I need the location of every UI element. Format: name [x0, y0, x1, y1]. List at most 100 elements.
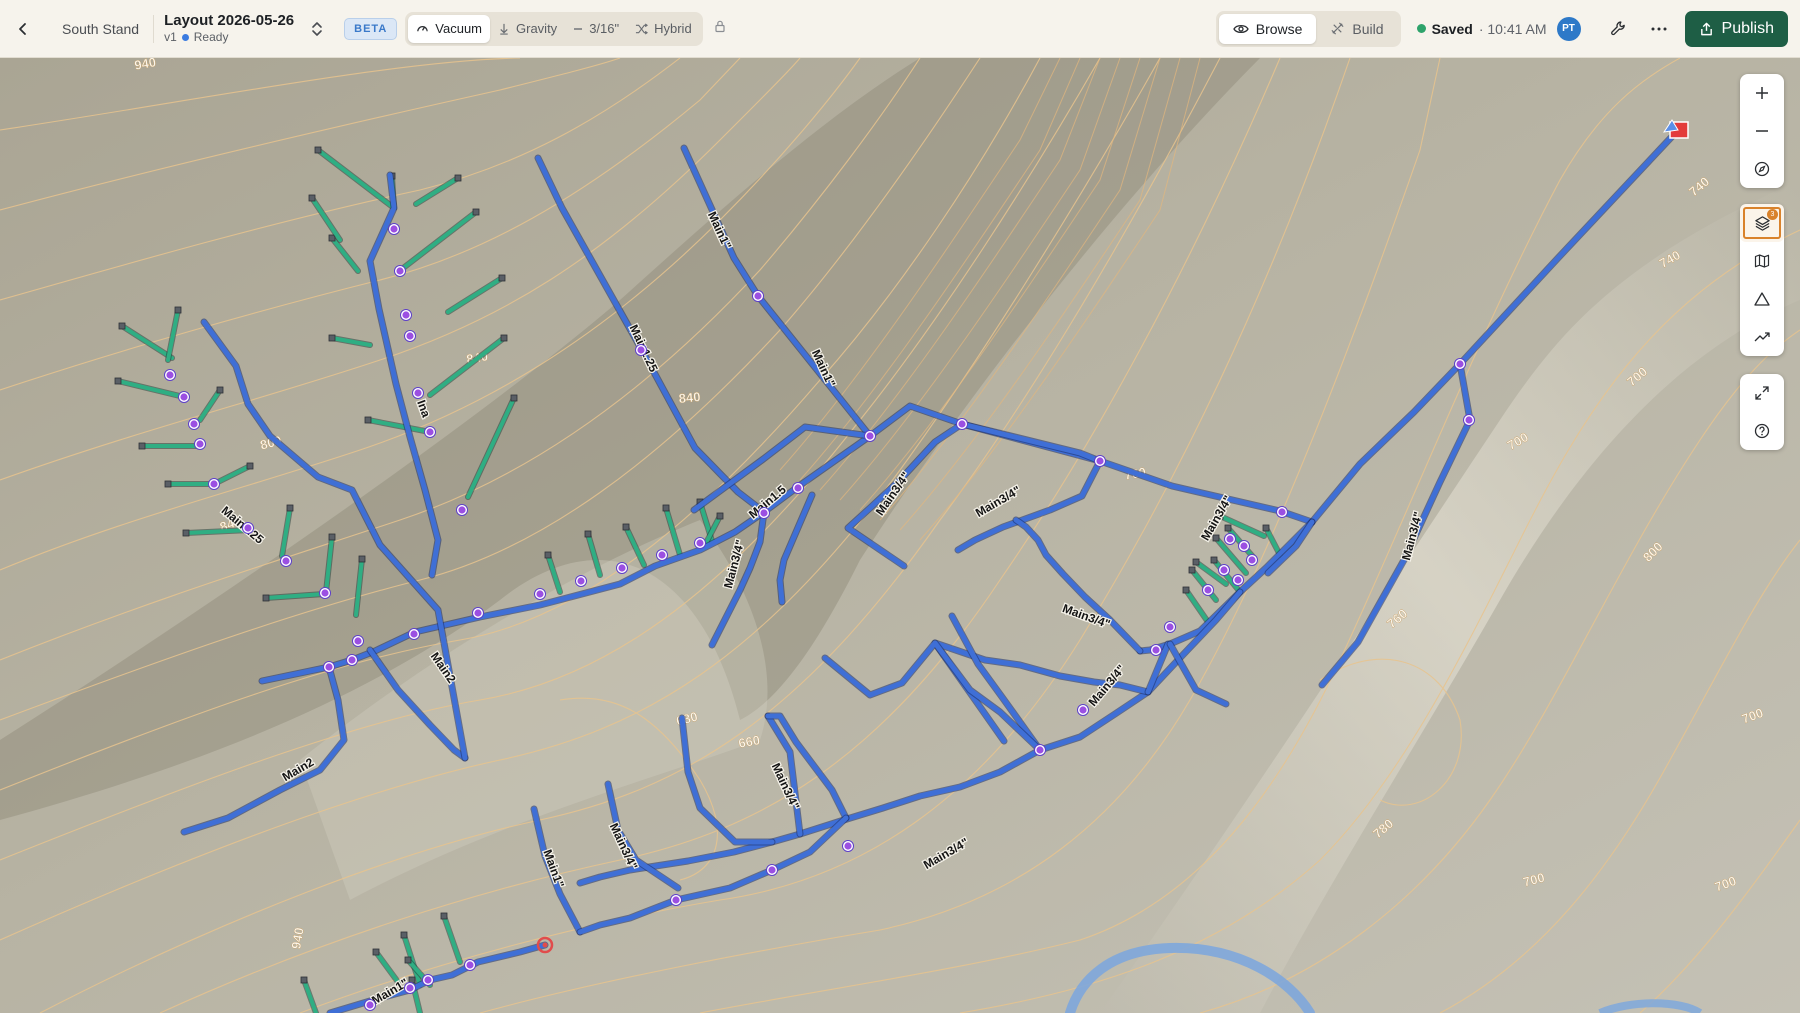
mode-gravity-label: Gravity [516, 21, 558, 36]
mode-hybrid[interactable]: Hybrid [627, 15, 700, 43]
junction-node-core [637, 346, 645, 354]
status-dot-icon [181, 33, 189, 41]
junction-node-core [536, 590, 544, 598]
lateral-end-cap [662, 504, 670, 512]
junction-node-core [210, 480, 218, 488]
lateral-end-cap [454, 174, 462, 182]
junction-node-core [190, 420, 198, 428]
lock-button[interactable] [713, 19, 727, 38]
lateral-end-cap [164, 480, 172, 488]
plus-icon [1756, 87, 1768, 99]
mode-3-16[interactable]: 3/16" [565, 15, 627, 43]
lateral-end-cap [544, 551, 552, 559]
breadcrumb[interactable]: South Stand [46, 14, 155, 43]
tab-build[interactable]: Build [1316, 14, 1397, 44]
junction-node-core [414, 389, 422, 397]
tools-icon [1331, 22, 1344, 35]
layout-title-block[interactable]: Layout 2026-05-26 v1 Ready [154, 13, 294, 44]
lateral-end-cap [300, 976, 308, 984]
junction-node-core [402, 311, 410, 319]
settings-button[interactable] [1599, 11, 1639, 47]
lateral-end-cap [308, 194, 316, 202]
compass-icon [1754, 161, 1770, 177]
gauge-icon [417, 26, 429, 32]
lateral-end-cap [1192, 558, 1200, 566]
junction-node-core [1079, 706, 1087, 714]
junction-node-core [696, 539, 704, 547]
basemap-button[interactable] [1740, 242, 1784, 280]
minus-icon [1756, 130, 1768, 132]
more-options-button[interactable] [1639, 11, 1679, 47]
junction-node-core [424, 976, 432, 984]
lateral-end-cap [328, 533, 336, 541]
mode-gravity[interactable]: Gravity [490, 15, 565, 43]
junction-node-core [474, 609, 482, 617]
lateral-end-cap [372, 948, 380, 956]
help-icon [1754, 423, 1770, 439]
saved-label: Saved [1431, 20, 1473, 37]
junction-node-core [180, 393, 188, 401]
saved-dot-icon [1416, 24, 1426, 33]
junction-node-core [768, 866, 776, 874]
lateral-end-cap [622, 523, 630, 531]
zoom-out-button[interactable] [1740, 112, 1784, 150]
view-tools [1740, 374, 1784, 450]
lateral-end-cap [404, 956, 412, 964]
junction-node-core [844, 842, 852, 850]
map-canvas[interactable]: 940 840 800 840 840 740 740 760 700 800 760 700 780 7… [0, 58, 1800, 1013]
tap-start-core [542, 942, 548, 948]
tab-build-label: Build [1352, 20, 1384, 37]
junction-node-core [672, 896, 680, 904]
mode-vacuum[interactable]: Vacuum [408, 14, 491, 43]
lock-icon [715, 20, 725, 33]
lateral-end-cap [314, 146, 322, 154]
fullscreen-button[interactable] [1740, 374, 1784, 412]
layout-status: v1 Ready [164, 29, 294, 44]
junction-node-core [618, 564, 626, 572]
lateral-end-cap [364, 416, 372, 424]
junction-node-core [410, 630, 418, 638]
junction-node-core [754, 292, 762, 300]
junction-node-core [1240, 542, 1248, 550]
junction-node-core [658, 551, 666, 559]
junction-node-core [577, 577, 585, 585]
lateral-end-cap [1182, 586, 1190, 594]
lateral-end-cap [400, 931, 408, 939]
shuffle-icon [636, 22, 649, 35]
compass-button[interactable] [1740, 150, 1784, 188]
lateral-end-cap [262, 594, 270, 602]
junction-node-core [794, 484, 802, 492]
lateral-end-cap [584, 530, 592, 538]
contour-label: 840 [678, 389, 701, 406]
junction-node-core [1226, 535, 1234, 543]
avatar[interactable]: PT [1556, 16, 1581, 41]
status-label: Ready [193, 29, 229, 44]
wrench-icon [1611, 21, 1625, 36]
arrow-down-icon [500, 23, 508, 35]
lateral-end-cap [1210, 556, 1218, 564]
layout-switcher-button[interactable] [308, 18, 326, 40]
lateral-end-cap [1188, 566, 1196, 574]
layers-button[interactable]: 3 [1740, 204, 1784, 242]
help-button[interactable] [1740, 412, 1784, 450]
lateral-end-cap [114, 377, 122, 385]
trend-up-icon [1754, 332, 1770, 342]
system-mode-selector: Vacuum Gravity 3/16" Hybrid [405, 11, 703, 46]
tab-browse[interactable]: Browse [1218, 13, 1317, 44]
junction-node-core [1248, 556, 1256, 564]
more-horizontal-icon [1651, 27, 1667, 30]
profile-button[interactable] [1740, 318, 1784, 356]
mode-hybrid-label: Hybrid [654, 21, 692, 36]
chevron-left-icon [19, 22, 26, 35]
topo-map[interactable]: 9408408008408407407407607008007607007807… [0, 58, 1800, 1013]
back-button[interactable] [0, 0, 46, 58]
junction-node-core [866, 432, 874, 440]
junction-node-core [282, 557, 290, 565]
lateral-end-cap [358, 555, 366, 563]
terrain-button[interactable] [1740, 280, 1784, 318]
zoom-in-button[interactable] [1740, 74, 1784, 112]
version-label: v1 [164, 29, 177, 44]
junction-node-core [426, 428, 434, 436]
lateral-end-cap [500, 334, 508, 342]
publish-button[interactable]: Publish [1684, 10, 1788, 47]
